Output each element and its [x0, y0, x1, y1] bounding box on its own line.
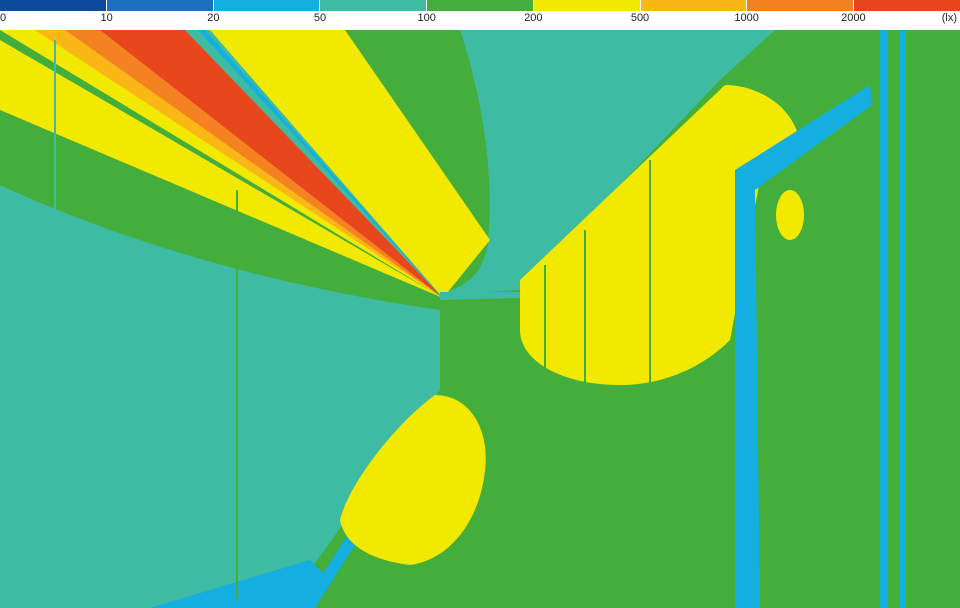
- right-wall-edge-line-2: [900, 30, 906, 608]
- corridor-illuminance-map: [0, 30, 960, 608]
- legend-tick-label: 500: [630, 12, 650, 24]
- legend-swatch: [427, 0, 534, 11]
- legend-tick-label: 1000: [734, 12, 759, 24]
- legend-swatch: [106, 0, 214, 11]
- legend-tick-label: 10: [100, 12, 113, 24]
- legend-color-bar: [0, 0, 960, 11]
- legend-tick-label: 100: [417, 12, 436, 24]
- legend-tick-label: 0: [0, 12, 7, 24]
- legend-tick-label: 200: [524, 12, 543, 24]
- legend-swatch: [533, 0, 641, 11]
- legend-swatch: [213, 0, 321, 11]
- legend-unit-label: (lx): [941, 12, 957, 24]
- legend-swatch: [640, 0, 748, 11]
- illuminance-legend: 0 10 20 50 100 200 500 1000 2000 (lx): [0, 0, 960, 30]
- right-wall-edge-line: [880, 30, 888, 608]
- legend-tick-label: 20: [207, 12, 220, 24]
- legend-swatch: [747, 0, 855, 11]
- legend-swatch: [0, 0, 107, 11]
- door-bright-spot: [776, 190, 804, 240]
- legend-tick-label: 2000: [841, 12, 866, 24]
- legend-swatch: [320, 0, 428, 11]
- legend-tick-label: 50: [313, 12, 327, 24]
- legend-swatch: [854, 0, 960, 11]
- far-end-wall: [440, 292, 520, 387]
